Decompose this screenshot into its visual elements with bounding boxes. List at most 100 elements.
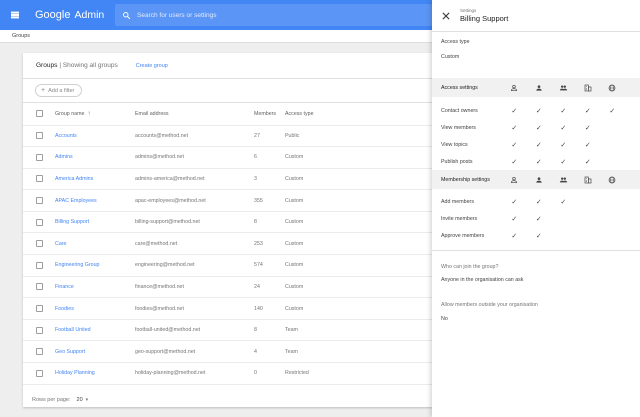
- group-email: billing-support@method.net: [135, 211, 254, 234]
- col-members[interactable]: Members: [254, 103, 285, 126]
- group-access-type: Team: [285, 340, 432, 364]
- permission-toggle[interactable]: ✓: [502, 108, 527, 115]
- group-name-link[interactable]: Geo Support: [55, 340, 135, 364]
- row-checkbox-cell: [23, 276, 55, 299]
- sort-up-arrow-icon[interactable]: ↑: [87, 111, 90, 117]
- row-checkbox[interactable]: [36, 240, 43, 248]
- group-name-link[interactable]: Finance: [55, 276, 135, 299]
- group-name-link[interactable]: Admins: [55, 146, 135, 169]
- table-row[interactable]: Accounts accounts@method.net 27 Public: [23, 125, 432, 148]
- permission-toggle[interactable]: ✓: [551, 159, 576, 166]
- col-group-name[interactable]: Group name ↑: [55, 103, 135, 126]
- select-all-cell: [23, 103, 55, 126]
- table-row[interactable]: Finance finance@method.net 24 Custom: [23, 276, 432, 299]
- row-checkbox[interactable]: [36, 132, 43, 140]
- table-row[interactable]: Geo Support geo-support@method.net 4 Team: [23, 340, 432, 364]
- row-checkbox[interactable]: [36, 369, 43, 377]
- row-checkbox[interactable]: [36, 326, 43, 334]
- permission-toggle[interactable]: ✓: [576, 125, 601, 132]
- group-members-count: 6: [254, 146, 285, 169]
- select-all-checkbox[interactable]: [36, 110, 43, 118]
- permission-toggle[interactable]: ✓: [576, 159, 601, 166]
- check-icon: ✓: [511, 158, 518, 166]
- divider: [432, 250, 640, 251]
- permission-toggle[interactable]: ✓: [527, 108, 552, 115]
- row-checkbox-cell: [23, 319, 55, 342]
- col-access-type[interactable]: Access type: [285, 103, 432, 126]
- permission-toggle[interactable]: ✓: [502, 159, 527, 166]
- permission-toggle[interactable]: ✓: [551, 108, 576, 115]
- group-name-link[interactable]: Engineering Group: [55, 254, 135, 277]
- group-name-link[interactable]: America Admins: [55, 168, 135, 191]
- permission-toggle[interactable]: ✓: [502, 125, 527, 132]
- permission-toggle[interactable]: ✓: [600, 108, 625, 115]
- table-row[interactable]: Admins admins@method.net 6 Custom: [23, 146, 432, 169]
- group-members-icon: [551, 176, 576, 184]
- group-members-count: 355: [254, 189, 285, 212]
- row-checkbox[interactable]: [36, 197, 43, 205]
- permission-toggle[interactable]: ✓: [527, 216, 552, 223]
- group-name-link[interactable]: APAC Employees: [55, 189, 135, 212]
- search-input[interactable]: [137, 11, 417, 19]
- membership-settings-header: Membership settings: [432, 170, 640, 189]
- permission-toggle[interactable]: ✓: [551, 199, 576, 206]
- settings-row-label: View topics: [441, 142, 468, 148]
- app-logo[interactable]: Google Admin: [35, 9, 104, 21]
- table-row[interactable]: Engineering Group engineering@method.net 5…: [23, 254, 432, 277]
- row-checkbox[interactable]: [36, 348, 43, 356]
- permission-toggle[interactable]: ✓: [527, 159, 552, 166]
- close-icon[interactable]: [432, 11, 460, 20]
- group-name-link[interactable]: Foodies: [55, 297, 135, 320]
- row-checkbox-cell: [23, 168, 55, 191]
- permission-toggle[interactable]: ✓: [502, 233, 527, 240]
- permission-toggle[interactable]: ✓: [502, 142, 527, 149]
- table-row[interactable]: America Admins admins-america@method.net 3…: [23, 168, 432, 191]
- access-type-value[interactable]: Custom: [441, 54, 459, 60]
- row-checkbox[interactable]: [36, 261, 43, 269]
- permission-toggle[interactable]: ✓: [551, 142, 576, 149]
- breadcrumb-groups[interactable]: Groups: [12, 33, 30, 39]
- outside-value[interactable]: No: [441, 316, 448, 322]
- table-row[interactable]: Football United football-united@method.ne…: [23, 319, 432, 342]
- group-email: admins@method.net: [135, 146, 254, 169]
- row-checkbox[interactable]: [36, 305, 43, 313]
- permission-toggle[interactable]: ✓: [527, 125, 552, 132]
- group-name-link[interactable]: Football United: [55, 319, 135, 342]
- permission-toggle[interactable]: ✓: [527, 199, 552, 206]
- membership-settings-heading: Membership settings: [441, 176, 490, 183]
- permission-toggle[interactable]: ✓: [527, 142, 552, 149]
- permission-toggle[interactable]: ✓: [576, 108, 601, 115]
- check-icon: ✓: [511, 107, 518, 115]
- col-email[interactable]: Email address: [135, 103, 254, 126]
- permission-toggle[interactable]: ✓: [551, 125, 576, 132]
- rows-per-page-value[interactable]: 20: [77, 397, 83, 403]
- permission-toggle[interactable]: ✓: [502, 199, 527, 206]
- group-name-link[interactable]: Holiday Planning: [55, 362, 135, 385]
- table-row[interactable]: Care care@method.net 253 Custom: [23, 232, 432, 256]
- table-row[interactable]: Holiday Planning holiday-planning@method.…: [23, 362, 432, 385]
- table-row[interactable]: Foodies foodies@method.net 140 Custom: [23, 297, 432, 320]
- add-filter-button[interactable]: + Add a filter: [35, 84, 83, 97]
- permission-toggle[interactable]: ✓: [502, 216, 527, 223]
- pagination: Rows per page: 20 ▾: [32, 397, 88, 403]
- group-name-link[interactable]: Accounts: [55, 125, 135, 148]
- permission-toggle[interactable]: ✓: [527, 233, 552, 240]
- table-row[interactable]: Billing Support billing-support@method.ne…: [23, 211, 432, 234]
- menu-icon[interactable]: [0, 0, 30, 30]
- row-checkbox[interactable]: [36, 218, 43, 226]
- row-checkbox[interactable]: [36, 153, 43, 161]
- join-value[interactable]: Anyone in the organisation can ask: [441, 277, 523, 283]
- group-name-link[interactable]: Care: [55, 232, 135, 256]
- permission-toggle[interactable]: ✓: [576, 142, 601, 149]
- dropdown-arrow-icon[interactable]: ▾: [86, 397, 89, 403]
- check-icon: ✓: [535, 141, 542, 149]
- search-bar[interactable]: [115, 4, 435, 26]
- group-access-type: Custom: [285, 297, 432, 320]
- settings-row: Publish posts ✓ ✓ ✓ ✓: [432, 154, 640, 170]
- row-checkbox[interactable]: [36, 283, 43, 291]
- create-group-link[interactable]: Create group: [136, 63, 168, 69]
- row-checkbox[interactable]: [36, 175, 43, 183]
- group-name-link[interactable]: Billing Support: [55, 211, 135, 234]
- product-name: Admin: [74, 9, 105, 21]
- table-row[interactable]: APAC Employees apac-employees@method.net 3…: [23, 189, 432, 212]
